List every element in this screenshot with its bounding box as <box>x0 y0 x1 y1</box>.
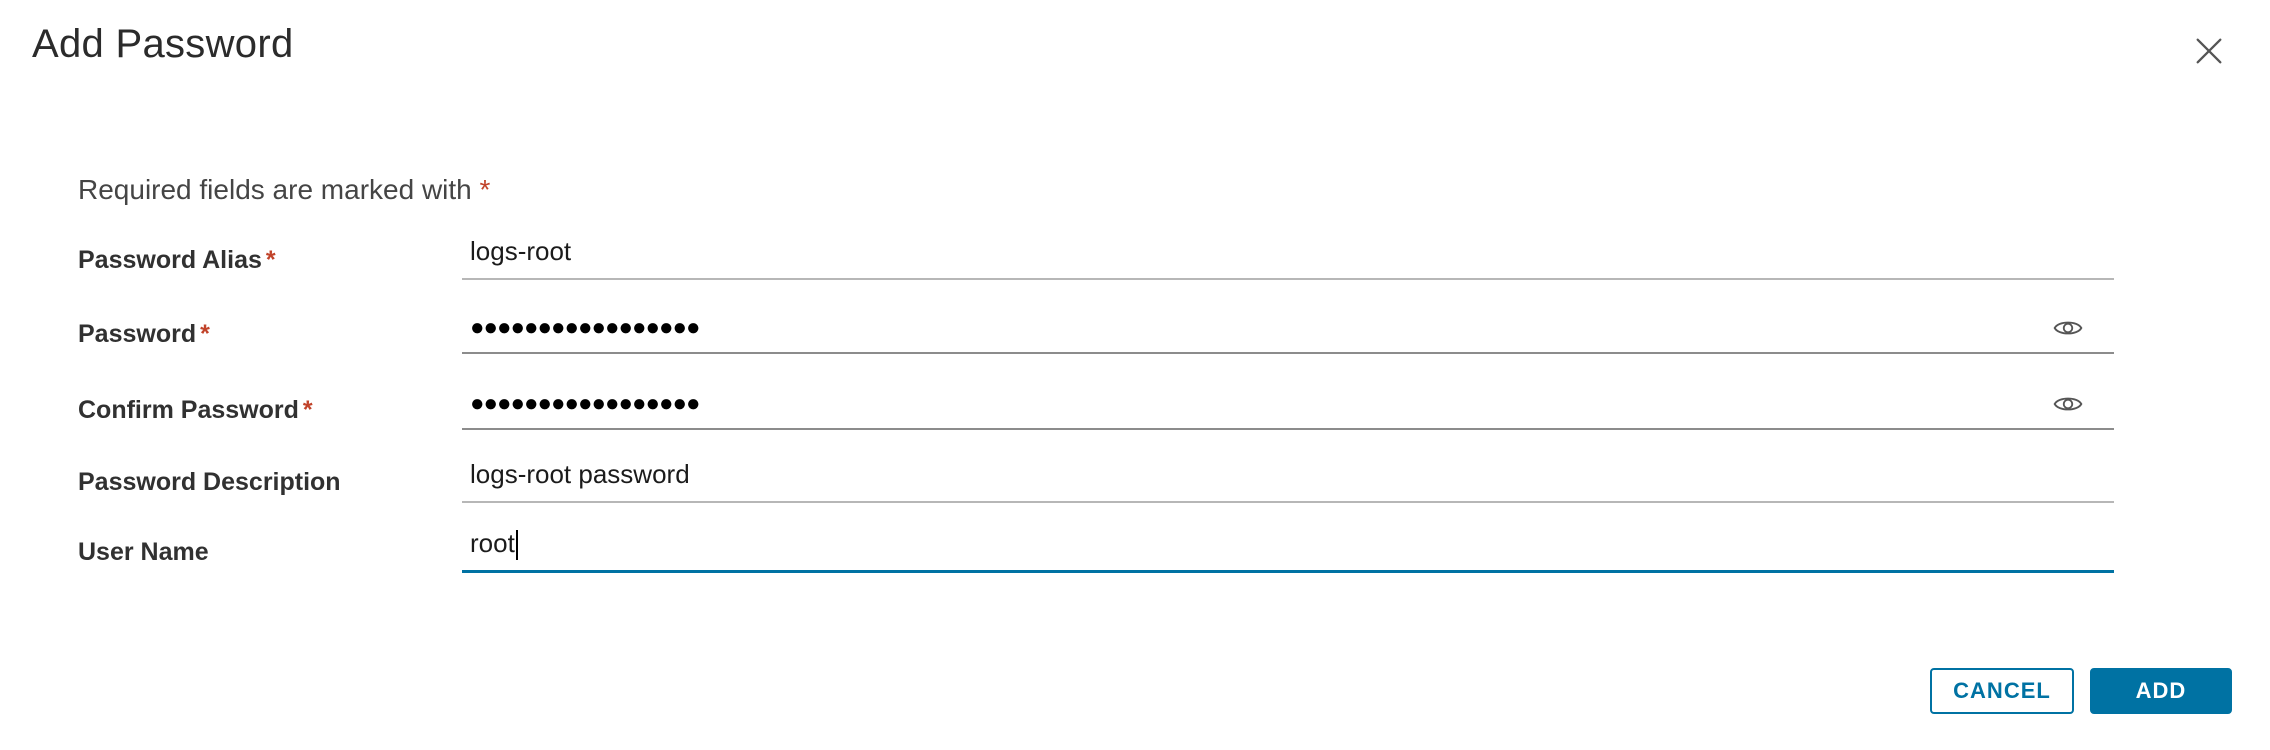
password-description-field[interactable]: logs-root password <box>462 455 2114 503</box>
password-description-value: logs-root password <box>470 459 690 489</box>
close-icon <box>2196 38 2222 64</box>
password-label: Password * <box>78 320 210 349</box>
password-alias-label: Password Alias * <box>78 246 276 275</box>
text-caret <box>515 530 518 561</box>
required-marker: * <box>302 396 313 424</box>
add-password-dialog: Add Password Required fields are marked … <box>0 0 2270 750</box>
cancel-button[interactable]: CANCEL <box>1930 668 2074 714</box>
password-label-text: Password <box>78 320 197 348</box>
required-marker: * <box>200 320 210 348</box>
required-marker: * <box>479 174 491 205</box>
add-button[interactable]: ADD <box>2090 668 2232 714</box>
required-marker: * <box>265 246 276 274</box>
password-description-label: Password Description <box>78 468 341 497</box>
show-confirm-password-button[interactable] <box>2052 388 2086 422</box>
user-name-field[interactable]: root <box>462 524 2114 573</box>
confirm-password-label: Confirm Password * <box>78 396 313 425</box>
required-note-text: Required fields are marked with <box>78 174 472 205</box>
user-name-value-wrap: root <box>470 528 518 561</box>
password-description-label-text: Password Description <box>78 468 341 496</box>
required-fields-note: Required fields are marked with * <box>78 174 490 206</box>
show-password-button[interactable] <box>2052 312 2086 346</box>
confirm-password-label-text: Confirm Password <box>78 396 299 424</box>
close-button[interactable] <box>2186 28 2232 74</box>
password-alias-label-text: Password Alias <box>78 246 262 274</box>
confirm-password-value: ●●●●●●●●●●●●●●●●● <box>470 390 700 417</box>
password-value: ●●●●●●●●●●●●●●●●● <box>470 314 700 341</box>
dialog-title: Add Password <box>32 22 294 66</box>
eye-icon <box>2053 397 2083 411</box>
eye-icon <box>2053 321 2083 335</box>
user-name-value: root <box>470 528 515 558</box>
user-name-label-text: User Name <box>78 538 209 566</box>
password-alias-field[interactable]: logs-root <box>462 232 2114 280</box>
confirm-password-field[interactable]: ●●●●●●●●●●●●●●●●● <box>462 382 2114 430</box>
password-alias-value: logs-root <box>470 236 572 266</box>
user-name-label: User Name <box>78 538 209 567</box>
password-field[interactable]: ●●●●●●●●●●●●●●●●● <box>462 306 2114 354</box>
